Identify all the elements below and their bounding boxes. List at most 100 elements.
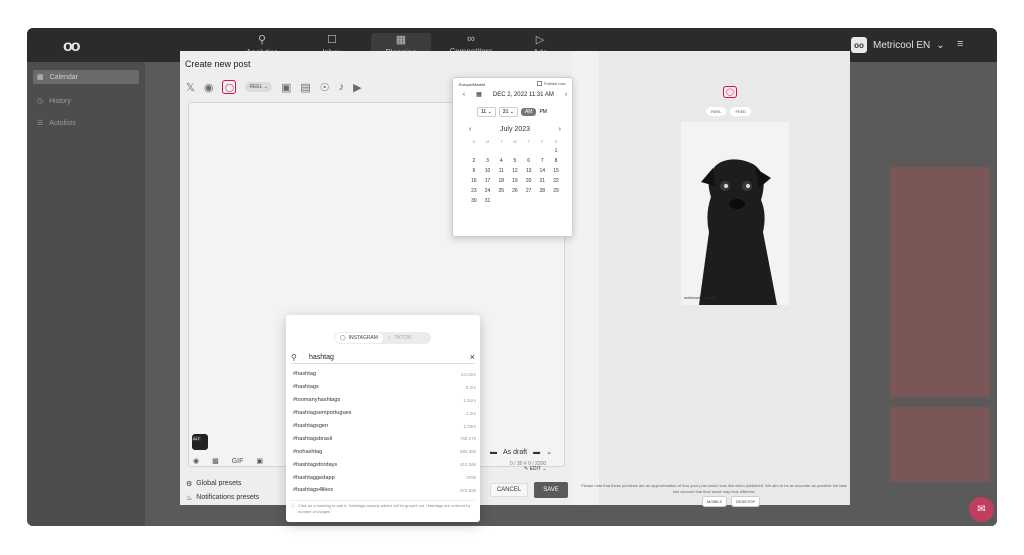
global-presets[interactable]: ⚙ Global presets: [186, 477, 286, 490]
chevron-right-icon[interactable]: ›: [559, 126, 561, 133]
hashtag-label: #hashtags: [293, 384, 319, 391]
editor-toolbar: ◉ ▩ GIF ▣: [193, 457, 263, 466]
video-icon[interactable]: ▩: [212, 457, 219, 465]
calendar-day[interactable]: 8: [549, 158, 563, 164]
preview-tab-feed[interactable]: FEED: [730, 107, 752, 116]
preview-tab-reel[interactable]: REEL: [706, 107, 727, 116]
brand-selector[interactable]: oo Metricool EN ⌄: [851, 37, 945, 53]
hashtag-search-input[interactable]: hashtag: [309, 354, 470, 361]
hashtag-row[interactable]: #hashtaggedapp 376k: [293, 471, 476, 484]
calendar-day[interactable]: 24: [481, 188, 495, 194]
am-button[interactable]: AM: [520, 108, 537, 116]
hashtag-row[interactable]: #hashtagsfordays 410.36k: [293, 458, 476, 471]
calendar-day[interactable]: 12: [508, 168, 522, 174]
hashtag-row[interactable]: #hashtags 8.1m: [293, 381, 476, 394]
chevron-right-icon[interactable]: ›: [565, 92, 567, 98]
day-grid: S M T W T F S 1 2 3 4 5 6 7 8 9 10 11 12 13 14 15 16 17 18 19 20 21…: [467, 139, 563, 204]
tiktok-icon[interactable]: ♪: [339, 81, 345, 93]
calendar-day[interactable]: 7: [535, 158, 549, 164]
sidebar-item-autolists[interactable]: ☰ Autolists: [33, 116, 139, 130]
calendar-day[interactable]: 13: [522, 168, 536, 174]
tab-instagram[interactable]: ◯ INSTAGRAM: [335, 333, 383, 343]
calendar-day[interactable]: 1: [549, 148, 563, 154]
cancel-button[interactable]: CANCEL: [490, 483, 528, 497]
sidebar-item-calendar[interactable]: ▦ Calendar: [33, 70, 139, 84]
draft-toggle[interactable]: ▬ As draft ▬ ⌄: [490, 448, 552, 457]
hashtag-search: ⚲ hashtag ×: [291, 351, 475, 364]
calendar-day[interactable]: 29: [549, 188, 563, 194]
save-button[interactable]: SAVE: [534, 482, 568, 498]
mobile-preview-button[interactable]: MOBILE: [702, 496, 728, 507]
hashtag-row[interactable]: #hashtags4likes 372.56k: [293, 484, 476, 497]
timezone-label[interactable]: Europe/Madrid: [459, 82, 485, 87]
gif-icon[interactable]: GIF: [232, 458, 244, 465]
hashtag-row[interactable]: #toomanyhashtags 1.51m: [293, 394, 476, 407]
tab-tiktok[interactable]: ♪ TIKTOK: [383, 335, 416, 341]
alt-text-button[interactable]: ALT: [192, 436, 202, 441]
calendar-day[interactable]: 6: [522, 158, 536, 164]
hashtag-row[interactable]: #nohashtag 683.36k: [293, 445, 476, 458]
camera-icon[interactable]: ◉: [193, 457, 199, 465]
calendar-day[interactable]: 27: [522, 188, 536, 194]
image-icon[interactable]: ▣: [256, 457, 263, 465]
calendar-day[interactable]: 5: [508, 158, 522, 164]
youtube-icon[interactable]: ▶: [353, 81, 361, 94]
chevron-left-icon[interactable]: ‹: [469, 126, 471, 133]
publish-now-checkbox[interactable]: Publish now: [537, 81, 566, 86]
calendar-day[interactable]: 30: [467, 198, 481, 204]
reel-type-dropdown[interactable]: REEL ⌄: [245, 82, 272, 92]
calendar-background-right: [850, 62, 997, 526]
instagram-icon[interactable]: ◯: [723, 86, 737, 98]
calendar-day-empty: [535, 148, 549, 154]
edit-button[interactable]: ✎ EDIT ⌄: [524, 466, 547, 472]
calendar-day[interactable]: 18: [494, 178, 508, 184]
calendar-day[interactable]: 20: [522, 178, 536, 184]
calendar-day[interactable]: 31: [481, 198, 495, 204]
desktop-preview-button[interactable]: DESKTOP: [731, 496, 761, 507]
calendar-day[interactable]: 11: [494, 168, 508, 174]
calendar-day[interactable]: 23: [467, 188, 481, 194]
metricool-logo[interactable]: oo: [63, 38, 80, 56]
calendar-day[interactable]: 15: [549, 168, 563, 174]
calendar-day[interactable]: 10: [481, 168, 495, 174]
minute-select[interactable]: 31 ⌄: [498, 107, 518, 117]
calendar-day[interactable]: 25: [494, 188, 508, 194]
chat-support-icon[interactable]: ✉: [969, 497, 994, 522]
hashtag-row[interactable]: #hashtag 24.22m: [293, 368, 476, 381]
chevron-down-icon: ⌄: [546, 449, 552, 456]
chevron-left-icon[interactable]: ‹: [463, 92, 465, 98]
google-business-icon[interactable]: ▤: [300, 81, 310, 94]
calendar-day[interactable]: 16: [467, 178, 481, 184]
hashtag-row[interactable]: #hashtagsbrasil 758.27k: [293, 432, 476, 445]
calendar-icon: ▦: [37, 74, 44, 81]
calendar-day[interactable]: 28: [535, 188, 549, 194]
sidebar-item-history[interactable]: ◷ History: [33, 94, 139, 108]
weekday-label: T: [527, 139, 530, 144]
close-icon[interactable]: ×: [470, 352, 475, 362]
hour-select[interactable]: 11 ⌄: [477, 107, 496, 117]
preview-panel: ◯ REEL FEED metricool · Follow MOBILE DE…: [599, 51, 850, 507]
linkedin-icon[interactable]: ▣: [281, 81, 291, 94]
calendar-day[interactable]: 26: [508, 188, 522, 194]
pinterest-icon[interactable]: ☉: [320, 81, 330, 94]
hashtag-row[interactable]: #hashtagsgen 1.03m: [293, 420, 476, 433]
calendar-day[interactable]: 3: [481, 158, 495, 164]
calendar-day[interactable]: 22: [549, 178, 563, 184]
sliders-icon[interactable]: ≡: [957, 38, 963, 50]
x-twitter-icon[interactable]: 𝕏: [186, 81, 195, 94]
facebook-icon[interactable]: ◉: [204, 81, 214, 94]
hashtag-label: #hashtags4likes: [293, 487, 334, 494]
calendar-day[interactable]: 9: [467, 168, 481, 174]
calendar-day[interactable]: 21: [535, 178, 549, 184]
instagram-icon[interactable]: ◯: [222, 80, 237, 94]
hashtag-row[interactable]: #hashtagsemportugues 1.2m: [293, 407, 476, 420]
calendar-day[interactable]: 17: [481, 178, 495, 184]
calendar-day[interactable]: 19: [508, 178, 522, 184]
weekday-label: M: [485, 139, 490, 144]
pm-button[interactable]: PM: [539, 109, 547, 115]
calendar-day[interactable]: 2: [467, 158, 481, 164]
notifications-presets[interactable]: ♨ Notifications presets: [186, 491, 286, 504]
calendar-day[interactable]: 4: [494, 158, 508, 164]
calendar-day-empty: [481, 148, 495, 154]
calendar-day[interactable]: 14: [535, 168, 549, 174]
